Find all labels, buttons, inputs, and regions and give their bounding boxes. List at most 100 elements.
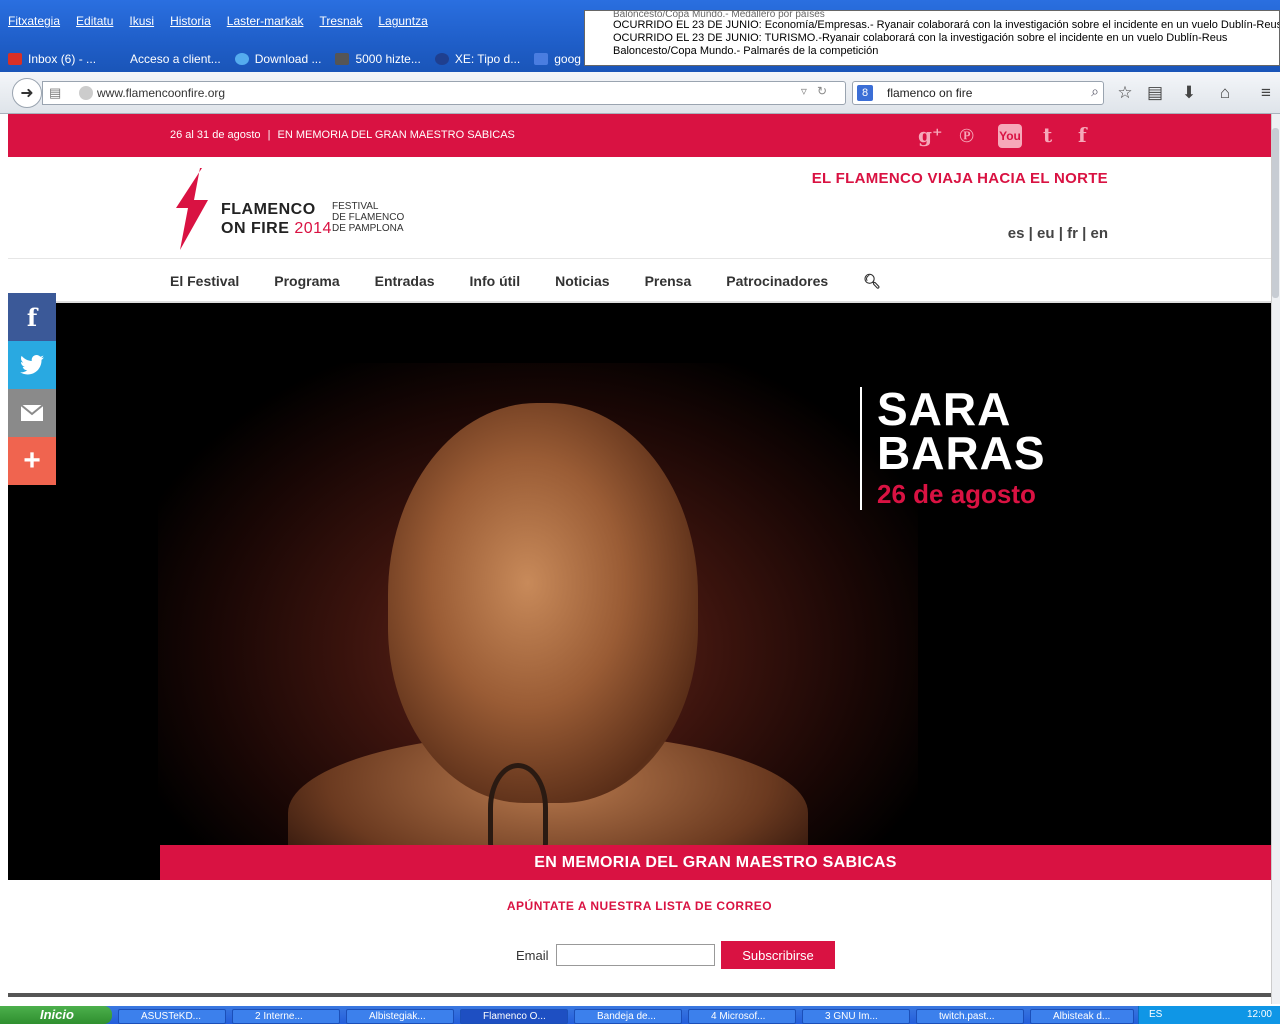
back-button[interactable]: ➜ bbox=[12, 78, 42, 108]
back-arrow-icon: ➜ bbox=[20, 85, 34, 102]
menu-history[interactable]: Historia bbox=[170, 14, 211, 36]
twitter-icon[interactable]: t bbox=[1043, 123, 1052, 147]
nav-info-util[interactable]: Info útil bbox=[470, 273, 521, 290]
bookmark-item[interactable]: Inbox (6) - ... bbox=[8, 48, 96, 70]
nav-prensa[interactable]: Prensa bbox=[645, 273, 692, 290]
menu-edit[interactable]: Editatu bbox=[76, 14, 113, 36]
taskbar-item[interactable]: 2 Interne... bbox=[232, 1009, 340, 1024]
taskbar-item[interactable]: 3 GNU Im... bbox=[802, 1009, 910, 1024]
ticker-line: OCURRIDO EL 23 DE JUNIO: TURISMO.-Ryanai… bbox=[613, 32, 1228, 44]
share-sidebar: f + bbox=[8, 293, 56, 485]
email-field[interactable] bbox=[556, 944, 715, 966]
site-logo[interactable]: FLAMENCO ON FIRE 2014 FESTIVAL DE FLAMEN… bbox=[170, 168, 420, 250]
site-top-strip: 26 al 31 de agosto | EN MEMORIA DEL GRAN… bbox=[8, 114, 1271, 157]
facebook-icon: f bbox=[26, 302, 38, 332]
nav-noticias[interactable]: Noticias bbox=[555, 273, 609, 290]
memoriam-text: EN MEMORIA DEL GRAN MAESTRO SABICAS bbox=[160, 845, 1271, 880]
language-indicator[interactable]: ES bbox=[1149, 1009, 1162, 1020]
festival-dates: 26 al 31 de agosto | EN MEMORIA DEL GRAN… bbox=[170, 129, 515, 141]
bookmark-icon bbox=[110, 53, 124, 65]
google-plus-icon[interactable]: g⁺ bbox=[918, 123, 943, 147]
menu-bookmarks[interactable]: Laster-markak bbox=[227, 14, 304, 36]
logo-subtitle: FESTIVAL DE FLAMENCO DE PAMPLONA bbox=[332, 201, 405, 234]
performance-date: 26 de agosto bbox=[877, 479, 1036, 509]
facebook-icon[interactable]: f bbox=[1078, 123, 1087, 147]
taskbar-item[interactable]: 4 Microsof... bbox=[688, 1009, 796, 1024]
google-search-engine-icon[interactable]: 8 bbox=[857, 85, 873, 101]
sidebar-icon[interactable]: ▤ bbox=[49, 85, 65, 101]
bookmark-item[interactable]: Acceso a client... bbox=[110, 48, 221, 70]
ticker-line: OCURRIDO EL 23 DE JUNIO: Economía/Empres… bbox=[613, 19, 1280, 31]
scrollbar-thumb[interactable] bbox=[1272, 128, 1279, 298]
share-email-button[interactable] bbox=[8, 389, 56, 437]
clock[interactable]: 12:00 bbox=[1247, 1006, 1272, 1024]
search-icon[interactable]: 🔍︎ bbox=[863, 273, 881, 290]
search-bar[interactable]: 8 flamenco on fire ⌕ bbox=[852, 81, 1104, 105]
nav-entradas[interactable]: Entradas bbox=[375, 273, 435, 290]
share-facebook-button[interactable]: f bbox=[8, 293, 56, 341]
url-bar[interactable]: ▤ www.flamencoonfire.org ▿↻ bbox=[42, 81, 846, 105]
url-text: www.flamencoonfire.org bbox=[97, 86, 226, 100]
download-icon[interactable]: ⬇ bbox=[1178, 82, 1200, 104]
pinterest-icon[interactable]: ℗ bbox=[959, 123, 974, 148]
gmail-icon bbox=[8, 53, 22, 65]
hero-banner[interactable] bbox=[8, 303, 1271, 845]
site-slogan: EL FLAMENCO VIAJA HACIA EL NORTE bbox=[811, 170, 1108, 187]
artist-name-line1: SARA bbox=[877, 383, 1012, 435]
menu-view[interactable]: Ikusi bbox=[129, 14, 154, 36]
hero-portrait-face bbox=[388, 403, 698, 803]
email-label: Email bbox=[516, 948, 549, 963]
artist-name-line2: BARAS bbox=[877, 427, 1046, 479]
search-value: flamenco on fire bbox=[887, 86, 973, 100]
xe-icon bbox=[434, 53, 449, 65]
bookmark-item[interactable]: Download ... bbox=[234, 48, 321, 70]
menu-file[interactable]: Fitxategia bbox=[8, 14, 60, 36]
bookmark-star-icon[interactable]: ☆ bbox=[1114, 82, 1136, 104]
google-icon bbox=[534, 53, 549, 65]
flame-bolt-logo-icon bbox=[176, 168, 208, 250]
youtube-icon[interactable]: You bbox=[998, 124, 1022, 148]
hero-snake bbox=[488, 763, 548, 845]
plus-icon: + bbox=[23, 444, 41, 477]
twitter-icon bbox=[234, 53, 249, 65]
divider bbox=[8, 258, 1271, 259]
home-icon[interactable]: ⌂ bbox=[1214, 82, 1236, 104]
lang-eu[interactable]: eu bbox=[1037, 225, 1055, 242]
menu-icon[interactable]: ≡ bbox=[1255, 82, 1277, 104]
bookmark-item[interactable]: XE: Tipo d... bbox=[434, 48, 520, 70]
taskbar-item[interactable]: ASUSTeKD... bbox=[118, 1009, 226, 1024]
lang-en[interactable]: en bbox=[1090, 225, 1108, 242]
bookmark-item[interactable]: goog bbox=[534, 48, 581, 70]
nav-patrocinadores[interactable]: Patrocinadores bbox=[726, 273, 828, 290]
taskbar-item[interactable]: Bandeja de... bbox=[574, 1009, 682, 1024]
nav-programa[interactable]: Programa bbox=[274, 273, 339, 290]
logo-name: FLAMENCO ON FIRE 2014 bbox=[221, 201, 332, 237]
bookmarks-toolbar: Inbox (6) - ... Acceso a client... Downl… bbox=[8, 48, 581, 70]
menu-tools[interactable]: Tresnak bbox=[319, 14, 362, 36]
menu-help[interactable]: Laguntza bbox=[378, 14, 427, 36]
bookmark-item[interactable]: 5000 hizte... bbox=[335, 48, 421, 70]
site-identity-icon[interactable] bbox=[79, 86, 93, 100]
memoriam-black-block bbox=[8, 845, 160, 880]
language-switcher: es | eu | fr | en bbox=[1007, 225, 1108, 242]
mailing-list-title: APÚNTATE A NUESTRA LISTA DE CORREO bbox=[506, 899, 773, 913]
system-tray: ES 12:00 bbox=[1138, 1006, 1280, 1024]
reading-list-icon[interactable]: ▤ bbox=[1144, 82, 1166, 104]
taskbar-item[interactable]: Albisteak d... bbox=[1030, 1009, 1134, 1024]
share-more-button[interactable]: + bbox=[8, 437, 56, 485]
subscribe-button[interactable]: Subscribirse bbox=[721, 941, 835, 969]
taskbar-item[interactable]: twitch.past... bbox=[916, 1009, 1024, 1024]
page-bottom-bar bbox=[8, 993, 1271, 997]
lang-es[interactable]: es bbox=[1008, 225, 1025, 242]
main-navigation: El Festival Programa Entradas Info útil … bbox=[170, 273, 916, 290]
twitter-icon bbox=[20, 355, 44, 375]
reload-icon[interactable]: ▿↻ bbox=[801, 84, 837, 98]
nav-el-festival[interactable]: El Festival bbox=[170, 273, 239, 290]
lang-fr[interactable]: fr bbox=[1067, 225, 1078, 242]
share-twitter-button[interactable] bbox=[8, 341, 56, 389]
search-icon[interactable]: ⌕ bbox=[1091, 83, 1099, 100]
start-button[interactable]: Inicio bbox=[0, 1006, 112, 1024]
news-ticker-popup: Baloncesto/Copa Mundo.- Medallero por pa… bbox=[584, 10, 1280, 66]
taskbar-item[interactable]: Albistegiak... bbox=[346, 1009, 454, 1024]
taskbar-item-active[interactable]: Flamenco O... bbox=[460, 1009, 568, 1024]
